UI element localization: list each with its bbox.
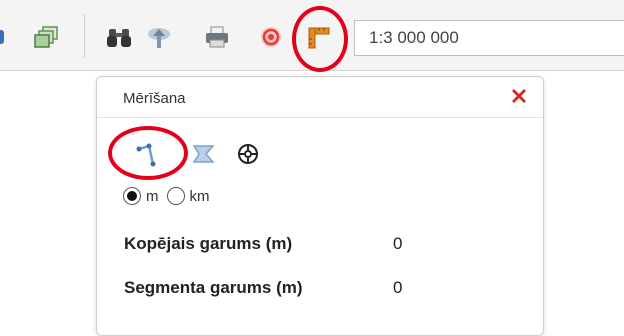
print-icon (206, 26, 228, 48)
binoculars-icon (107, 29, 131, 47)
measure-point-icon (238, 144, 258, 164)
panel-title: Mērīšana (123, 90, 186, 107)
unit-label-m: m (146, 187, 159, 205)
measure-line-icon (136, 143, 156, 167)
pan-icon (148, 28, 170, 48)
close-button[interactable] (509, 86, 529, 106)
measure-button[interactable] (304, 22, 334, 52)
toolbar-separator (84, 14, 85, 58)
unit-label-km: km (189, 187, 210, 205)
measure-panel: Mērīšana m km Kopējais garums (m) 0 Segm… (96, 76, 544, 336)
pan-button[interactable] (144, 22, 174, 52)
segment-length-value: 0 (393, 278, 403, 297)
scale-input[interactable] (354, 20, 624, 56)
layers-icon (34, 26, 58, 48)
unit-radio-km[interactable] (166, 187, 185, 205)
measure-area-icon (192, 145, 215, 163)
panel-header: Mērīšana (97, 77, 543, 118)
total-length-value: 0 (393, 234, 403, 253)
segment-length-label: Segmenta garums (m) (124, 278, 303, 297)
unit-selector: m km (123, 187, 218, 205)
layers-button[interactable] (32, 22, 62, 52)
measure-point-tool[interactable] (233, 139, 263, 169)
unit-radio-m[interactable] (123, 187, 141, 205)
print-button[interactable] (202, 22, 232, 52)
search-button[interactable] (104, 22, 134, 52)
map-toolbar (0, 0, 624, 71)
target-button[interactable] (256, 22, 286, 52)
measure-area-tool[interactable] (189, 139, 219, 169)
close-icon (512, 89, 526, 103)
toolbar-left-edge-icon[interactable] (0, 30, 4, 44)
measure-line-tool[interactable] (127, 137, 167, 175)
measure-ruler-icon (308, 27, 330, 49)
total-length-label: Kopējais garums (m) (124, 234, 293, 253)
target-icon (261, 27, 281, 47)
